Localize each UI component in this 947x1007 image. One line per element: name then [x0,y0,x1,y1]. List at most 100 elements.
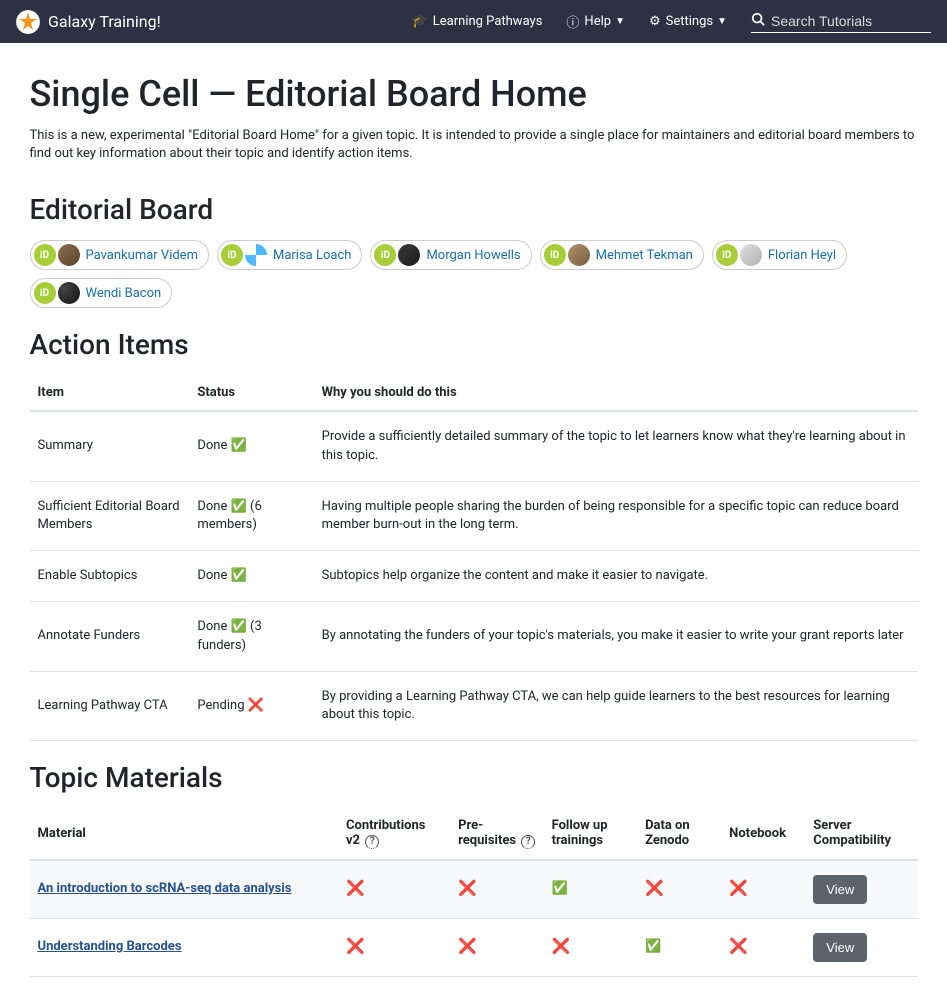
status-cell: Done ✅ [189,551,313,602]
cross-icon: ❌ [645,879,664,897]
item-cell: Enable Subtopics [30,551,190,602]
item-cell: Summary [30,411,190,481]
cross-icon: ❌ [729,937,748,955]
col-material: Material [30,808,338,860]
col-why: Why you should do this [314,375,918,411]
notebook-cell: ❌ [721,860,805,919]
member-pill[interactable]: iDPavankumar Videm [30,240,209,270]
editorial-board-heading: Editorial Board [30,193,918,226]
chevron-down-icon: ▼ [615,16,625,27]
why-cell: By providing a Learning Pathway CTA, we … [314,671,918,740]
page-intro: This is a new, experimental "Editorial B… [30,127,918,163]
avatar [58,244,80,266]
view-button[interactable]: View [813,933,867,962]
material-link[interactable]: An introduction to scRNA-seq data analys… [38,881,292,896]
gear-icon: ⚙ [649,14,661,29]
avatar [568,244,590,266]
help-icon[interactable]: ? [365,835,379,849]
action-items-table: Item Status Why you should do this Summa… [30,375,918,741]
nav-settings[interactable]: ⚙ Settings ▼ [637,14,739,29]
followup-cell: ❌ [544,918,637,976]
check-icon: ✅ [231,619,247,634]
orcid-icon: iD [716,244,738,266]
col-contributions: Contributions v2 ? [338,808,450,860]
why-cell: Provide a sufficiently detailed summary … [314,411,918,481]
check-icon: ✅ [552,881,568,896]
help-icon[interactable]: ? [521,835,535,849]
zenodo-cell: ❌ [637,860,721,919]
status-cell: Done ✅ (6 members) [189,481,313,550]
table-row: Enable SubtopicsDone ✅Subtopics help org… [30,551,918,602]
col-zenodo: Data on Zenodo [637,808,721,860]
orcid-icon: iD [374,244,396,266]
navbar: Galaxy Training! 🎓 Learning Pathways ⓘ H… [0,0,947,43]
member-name: Mehmet Tekman [596,248,693,263]
zenodo-cell: ✅ [637,918,721,976]
member-name: Wendi Bacon [86,286,162,301]
page-title: Single Cell — Editorial Board Home [30,73,918,115]
member-pill[interactable]: iDMarisa Loach [217,240,362,270]
col-notebook: Notebook [721,808,805,860]
orcid-icon: iD [34,244,56,266]
check-icon: ✅ [231,499,247,514]
avatar [245,244,267,266]
col-prereq: Pre-requisites ? [450,808,543,860]
notebook-cell: ❌ [721,918,805,976]
member-pill[interactable]: iDFlorian Heyl [712,240,847,270]
item-cell: Learning Pathway CTA [30,671,190,740]
search-input[interactable] [771,13,931,29]
topic-materials-table: Material Contributions v2 ? Pre-requisit… [30,808,918,977]
chevron-down-icon: ▼ [717,16,727,27]
search-container [751,10,931,33]
status-cell: Pending ❌ [189,671,313,740]
orcid-icon: iD [221,244,243,266]
contrib-cell: ❌ [338,918,450,976]
nav-learning-pathways[interactable]: 🎓 Learning Pathways [400,14,555,29]
brand-link[interactable]: Galaxy Training! [16,10,161,34]
material-cell: Understanding Barcodes [30,918,338,976]
why-cell: By annotating the funders of your topic'… [314,602,918,671]
brand-text: Galaxy Training! [48,12,161,31]
col-status: Status [189,375,313,411]
help-circle-icon: ⓘ [566,12,579,31]
check-icon: ✅ [231,438,247,453]
main-content: Single Cell — Editorial Board Home This … [14,43,934,1007]
table-row: Sufficient Editorial Board MembersDone ✅… [30,481,918,550]
view-button[interactable]: View [813,875,867,904]
nav-label: Settings [666,14,713,29]
check-icon: ✅ [645,939,661,954]
col-item: Item [30,375,190,411]
member-pill[interactable]: iDMehmet Tekman [540,240,704,270]
material-cell: An introduction to scRNA-seq data analys… [30,860,338,919]
col-server: Server Compatibility [805,808,917,860]
server-cell: View [805,918,917,976]
item-cell: Sufficient Editorial Board Members [30,481,190,550]
status-cell: Done ✅ [189,411,313,481]
check-icon: ✅ [231,568,247,583]
graduation-cap-icon: 🎓 [412,14,428,29]
galaxy-logo-icon [16,10,40,34]
nav-help[interactable]: ⓘ Help ▼ [554,12,637,31]
status-cell: Done ✅ (3 funders) [189,602,313,671]
followup-cell: ✅ [544,860,637,919]
cross-icon: ❌ [346,879,365,897]
why-cell: Subtopics help organize the content and … [314,551,918,602]
board-members-list: iDPavankumar Videm iDMarisa Loach iDMorgan… [30,240,918,308]
material-link[interactable]: Understanding Barcodes [38,939,182,954]
nav-label: Learning Pathways [433,14,543,29]
contrib-cell: ❌ [338,860,450,919]
topic-materials-heading: Topic Materials [30,761,918,794]
item-cell: Annotate Funders [30,602,190,671]
cross-icon: ❌ [458,937,477,955]
why-cell: Having multiple people sharing the burde… [314,481,918,550]
table-row: SummaryDone ✅Provide a sufficiently deta… [30,411,918,481]
cross-icon: ❌ [552,937,571,955]
member-pill[interactable]: iDMorgan Howells [370,240,531,270]
table-row: Understanding Barcodes ❌ ❌ ❌ ✅ ❌ View [30,918,918,976]
search-icon [751,12,765,30]
cross-icon: ❌ [346,937,365,955]
server-cell: View [805,860,917,919]
member-pill[interactable]: iDWendi Bacon [30,278,173,308]
avatar [58,282,80,304]
cross-icon: ❌ [248,698,264,713]
